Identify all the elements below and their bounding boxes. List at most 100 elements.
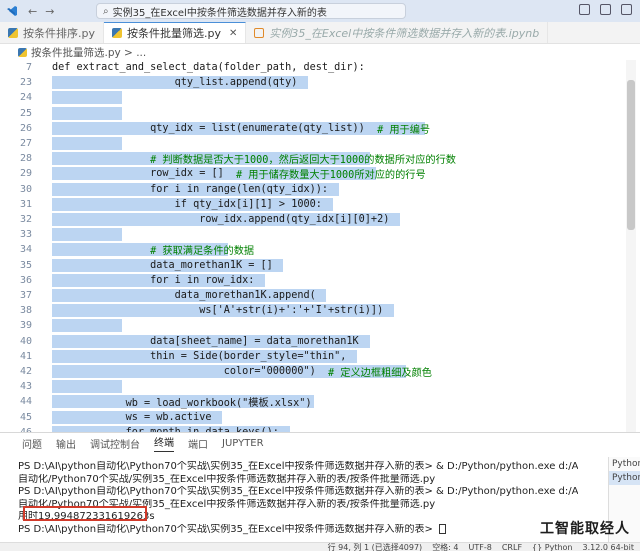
line-number: 28 <box>19 153 32 165</box>
code-line[interactable]: 27 <box>0 136 640 151</box>
elapsed-time-highlight <box>23 506 147 521</box>
code-line[interactable]: 35 data_morethan1K = [] <box>0 258 640 273</box>
terminal-prompt-line: PS D:\AI\python自动化\Python70个实战\实例35_在Exc… <box>18 523 578 537</box>
line-number: 24 <box>19 92 32 104</box>
code-line[interactable]: 29 row_idx = [] # 用于储存数量大于1000所对应的的行号 <box>0 166 640 181</box>
terminal-cursor <box>439 523 447 534</box>
python-file-icon <box>8 27 18 38</box>
code-line[interactable]: 44 wb = load_workbook("模板.xlsx") <box>0 394 640 409</box>
code-line[interactable]: 24 <box>0 90 640 105</box>
code-line[interactable]: 33 <box>0 227 640 242</box>
code-line[interactable]: 37 data_morethan1K.append( <box>0 288 640 303</box>
code-line[interactable]: 36 for i in row_idx: <box>0 273 640 288</box>
line-number: 27 <box>19 138 32 150</box>
breadcrumb-text: 按条件批量筛选.py > ... <box>31 46 147 59</box>
code-line[interactable]: 34 # 获取满足条件的数据 <box>0 242 640 257</box>
code-line[interactable]: 39 <box>0 318 640 333</box>
status-language[interactable]: {} Python <box>532 543 572 551</box>
code-line[interactable]: 7 def extract_and_select_data(folder_path… <box>0 60 640 75</box>
selection-highlight <box>52 106 122 120</box>
selection-highlight <box>52 91 122 105</box>
line-number: 23 <box>19 77 32 89</box>
terminal-line: 自动化/Python70个实战/实例35_在Excel中按条件筛选数据并存入新的… <box>18 473 436 485</box>
panel-tab-ports[interactable]: 端口 <box>188 436 208 451</box>
terminal-line: PS D:\AI\python自动化\Python70个实战\实例35_在Exc… <box>18 486 578 498</box>
code-text: qty_idx = list(enumerate(qty_list)) # 用于… <box>52 122 431 136</box>
python-file-icon <box>112 28 122 38</box>
code-line[interactable]: 32 row_idx.append(qty_idx[i][0]+2) <box>0 212 640 227</box>
close-icon[interactable]: ✕ <box>229 28 237 39</box>
line-number: 44 <box>19 396 32 408</box>
code-line[interactable]: 30 for i in range(len(qty_idx)): <box>0 182 640 197</box>
layout-toggle-icon[interactable] <box>579 4 590 15</box>
code-line[interactable]: 26 qty_idx = list(enumerate(qty_list)) #… <box>0 121 640 136</box>
tab-batch-filter-py[interactable]: 按条件批量筛选.py ✕ <box>104 22 247 43</box>
code-line[interactable]: 40 data[sheet_name] = data_morethan1K <box>0 334 640 349</box>
line-number: 40 <box>19 335 32 347</box>
breadcrumb[interactable]: 按条件批量筛选.py > ... <box>0 44 640 60</box>
code-text: qty_list.append(qty) <box>52 77 298 89</box>
code-text: for month in data.keys(): <box>52 425 279 432</box>
selection-highlight <box>52 137 122 150</box>
status-cursor-position[interactable]: 行 94, 列 1 (已选择4097) <box>328 542 423 551</box>
code-text: ws = wb.active <box>52 411 212 423</box>
line-number: 45 <box>19 411 32 423</box>
title-bar: ← → ⌕ 实例35_在Excel中按条件筛选数据并存入新的表 <box>0 0 640 22</box>
status-bar: 行 94, 列 1 (已选择4097) 空格: 4 UTF-8 CRLF {} … <box>0 542 640 551</box>
terminal-prompt-text: PS D:\AI\python自动化\Python70个实战\实例35_在Exc… <box>18 523 437 535</box>
nav-back-icon[interactable]: ← <box>28 5 37 18</box>
line-number: 38 <box>19 305 32 317</box>
status-encoding[interactable]: UTF-8 <box>469 543 492 551</box>
code-text: wb = load_workbook("模板.xlsx") <box>52 398 312 410</box>
code-editor[interactable]: 7 def extract_and_select_data(folder_path… <box>0 60 640 432</box>
nav-forward-icon[interactable]: → <box>45 5 54 18</box>
code-line[interactable]: 45 ws = wb.active <box>0 410 640 425</box>
tab-label: 实例35_在Excel中按条件筛选数据并存入新的表.ipynb <box>269 26 540 40</box>
code-text: thin = Side(border_style="thin", <box>52 350 347 362</box>
code-text: for i in range(len(qty_idx)): <box>52 183 329 195</box>
code-line[interactable]: 23 qty_list.append(qty) <box>0 75 640 90</box>
layout-sidebar-icon[interactable] <box>621 4 632 15</box>
panel-tab-debug-console[interactable]: 调试控制台 <box>90 436 140 451</box>
code-line[interactable]: 46 for month in data.keys(): <box>0 425 640 432</box>
terminal-output[interactable]: PS D:\AI\python自动化\Python70个实战\实例35_在Exc… <box>18 461 578 537</box>
python-file-icon <box>18 47 27 57</box>
tab-sort-py[interactable]: 按条件排序.py <box>0 22 104 43</box>
panel-tab-problems[interactable]: 问题 <box>22 436 42 451</box>
code-text: if qty_idx[i][1] > 1000: <box>52 198 322 210</box>
line-number: 34 <box>19 244 32 256</box>
tab-label: 按条件批量筛选.py <box>127 27 221 40</box>
search-icon: ⌕ <box>103 5 109 17</box>
code-text: for i in row_idx: <box>52 274 255 286</box>
search-text: 实例35_在Excel中按条件筛选数据并存入新的表 <box>112 7 327 19</box>
code-line[interactable]: 28 # 判断数据是否大于1000，然后返回大于1000的数据所对应的行数 <box>0 151 640 166</box>
status-interpreter[interactable]: 3.12.0 64-bit <box>583 543 635 551</box>
terminal-list-item[interactable]: Python <box>609 457 640 471</box>
command-center-search[interactable]: ⌕ 实例35_在Excel中按条件筛选数据并存入新的表 <box>96 3 406 19</box>
code-line[interactable]: 41 thin = Side(border_style="thin", <box>0 349 640 364</box>
panel-tab-terminal[interactable]: 终端 <box>154 434 174 452</box>
selection-highlight <box>52 228 122 242</box>
tab-notebook[interactable]: 实例35_在Excel中按条件筛选数据并存入新的表.ipynb <box>246 22 549 43</box>
line-number: 31 <box>19 198 32 210</box>
code-text: row_idx = [] # 用于储存数量大于1000所对应的的行号 <box>52 168 426 182</box>
status-eol[interactable]: CRLF <box>502 543 522 551</box>
line-number: 39 <box>19 320 32 332</box>
layout-panel-icon[interactable] <box>600 4 611 15</box>
terminal-list-item[interactable]: Python <box>609 471 640 485</box>
line-number: 26 <box>19 122 32 134</box>
code-line[interactable]: 31 if qty_idx[i][1] > 1000: <box>0 197 640 212</box>
code-text: def extract_and_select_data(folder_path,… <box>52 62 365 74</box>
selection-highlight <box>52 319 122 333</box>
code-text: row_idx.append(qty_idx[i][0]+2) <box>52 214 390 226</box>
vscode-logo-icon <box>6 5 18 17</box>
code-line[interactable]: 43 <box>0 379 640 394</box>
panel-tab-jupyter[interactable]: JUPYTER <box>222 438 264 449</box>
code-line[interactable]: 25 <box>0 106 640 121</box>
code-text: color="000000") # 定义边框粗细及颜色 <box>52 366 432 380</box>
code-line[interactable]: 42 color="000000") # 定义边框粗细及颜色 <box>0 364 640 379</box>
code-text: # 判断数据是否大于1000，然后返回大于1000的数据所对应的行数 <box>150 155 456 167</box>
status-indent[interactable]: 空格: 4 <box>432 542 458 551</box>
code-line[interactable]: 38 ws['A'+str(i)+':'+'I'+str(i)]) <box>0 303 640 318</box>
panel-tab-output[interactable]: 输出 <box>56 436 76 451</box>
